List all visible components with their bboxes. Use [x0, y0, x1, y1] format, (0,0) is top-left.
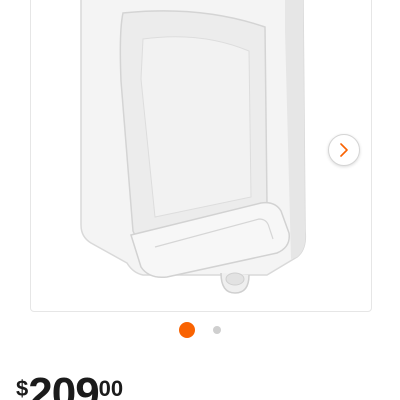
- carousel-dot-active[interactable]: [179, 322, 195, 338]
- product-image-gallery[interactable]: [30, 0, 372, 312]
- next-image-button[interactable]: [328, 134, 360, 166]
- product-price: $20900: [16, 372, 123, 400]
- carousel-dot[interactable]: [213, 326, 221, 334]
- urinal-product-image: [80, 0, 307, 294]
- price-cents: 00: [98, 376, 124, 400]
- price-currency: $: [16, 376, 29, 400]
- chevron-right-icon: [340, 143, 348, 157]
- price-dollars: 209: [28, 369, 99, 400]
- product-page: $20900: [0, 0, 400, 400]
- carousel-pagination: [0, 322, 400, 338]
